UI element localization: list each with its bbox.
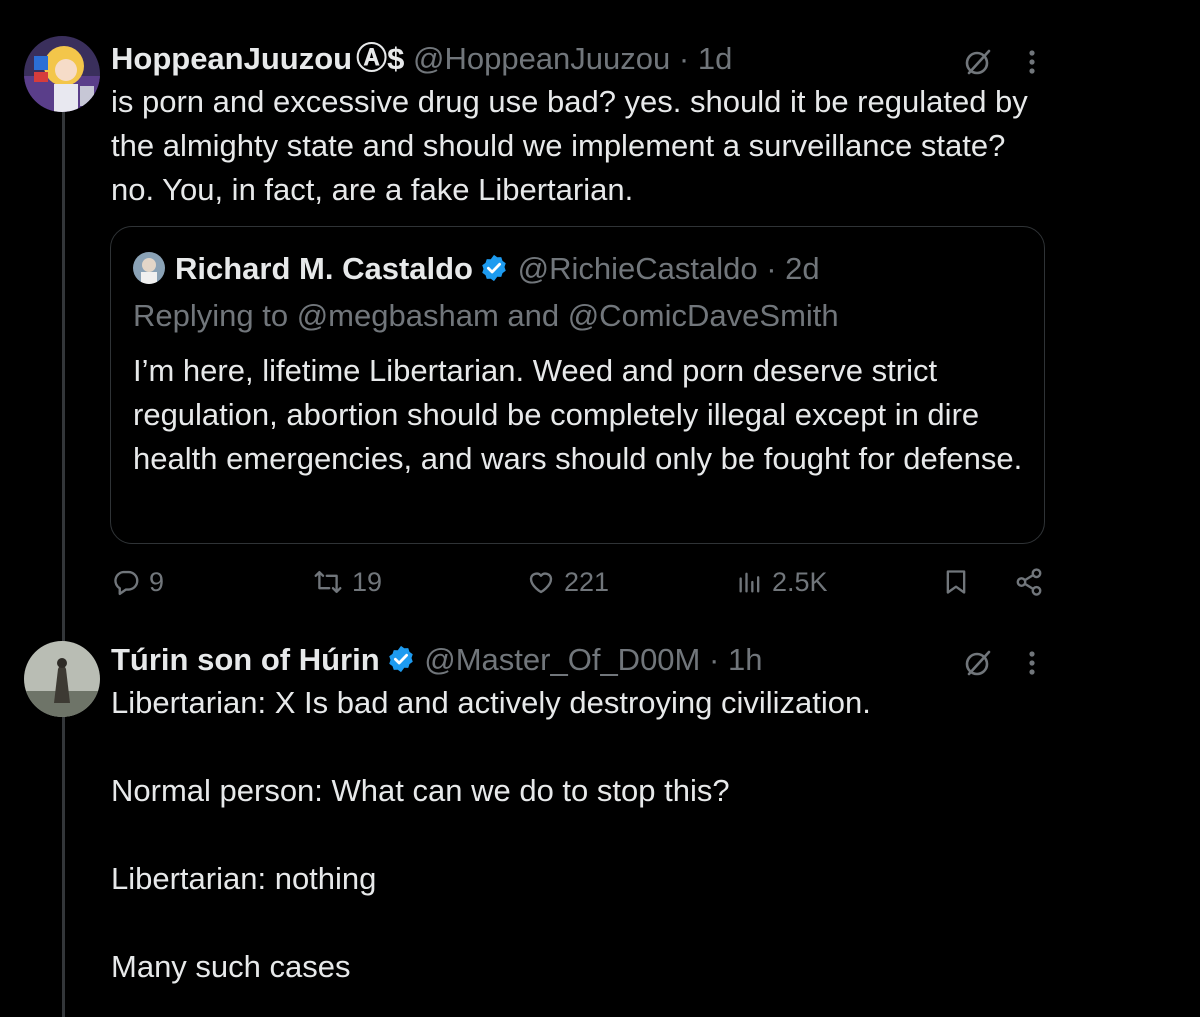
bookmark-button[interactable]: [942, 562, 970, 602]
tweet1-text: is porn and excessive drug use bad? yes.…: [111, 84, 1028, 207]
views-button[interactable]: 2.5K: [736, 562, 828, 602]
tweet2-text: Libertarian: X Is bad and actively destr…: [111, 685, 871, 984]
avatar-richiecastaldo: [133, 252, 165, 284]
thread-connector-line: [62, 112, 65, 1017]
name-symbols: Ⓐ$: [356, 41, 405, 76]
quoted-tweet-header: Richard M. Castaldo @RichieCastaldo · 2d: [175, 247, 820, 295]
quoted-tweet[interactable]: Richard M. Castaldo @RichieCastaldo · 2d…: [110, 226, 1045, 544]
tweet2-header: Túrin son of Húrin @Master_Of_D00M · 1h: [111, 638, 762, 686]
quoted-handle: @RichieCastaldo: [517, 251, 758, 286]
separator-dot: ·: [678, 41, 690, 76]
retweet-count: 19: [352, 566, 383, 597]
reply-count: 9: [149, 566, 165, 597]
handle[interactable]: @Master_Of_D00M: [424, 642, 700, 677]
reply-button[interactable]: 9: [111, 562, 164, 602]
timestamp[interactable]: 1h: [728, 642, 762, 677]
more-icon[interactable]: [1020, 645, 1044, 681]
replying-to: Replying to @megbasham and @ComicDaveSmi…: [133, 298, 839, 333]
separator-dot: ·: [709, 642, 720, 677]
grok-icon[interactable]: [960, 645, 996, 681]
views-count: 2.5K: [772, 566, 828, 597]
tweet1-header: HoppeanJuuzou Ⓐ$ @HoppeanJuuzou · 1d: [111, 37, 732, 81]
verified-badge-icon: [386, 642, 416, 686]
like-button[interactable]: 221: [526, 562, 609, 602]
avatar-hoppeanjuuzou[interactable]: [24, 36, 100, 112]
reply-icon: [114, 570, 139, 596]
share-button[interactable]: [1014, 562, 1044, 602]
display-name[interactable]: HoppeanJuuzou: [111, 41, 352, 76]
quoted-display-name: Richard M. Castaldo: [175, 251, 473, 286]
timestamp[interactable]: 1d: [698, 41, 732, 76]
quoted-tweet-text: I’m here, lifetime Libertarian. Weed and…: [133, 353, 1023, 476]
like-icon: [529, 572, 553, 594]
separator-dot: ·: [766, 251, 777, 286]
display-name[interactable]: Túrin son of Húrin: [111, 642, 380, 677]
share-icon: [1016, 568, 1042, 596]
like-count: 221: [564, 566, 610, 597]
retweet-icon: [314, 570, 342, 594]
more-icon[interactable]: [1020, 44, 1044, 80]
retweet-button[interactable]: 19: [312, 562, 382, 602]
verified-badge-icon: [479, 251, 509, 295]
bookmark-icon: [946, 570, 966, 594]
views-icon: [739, 572, 760, 593]
avatar-master-of-doom[interactable]: [24, 641, 100, 717]
quoted-timestamp: 2d: [785, 251, 820, 286]
grok-icon[interactable]: [960, 44, 996, 80]
handle[interactable]: @HoppeanJuuzou: [413, 41, 670, 76]
